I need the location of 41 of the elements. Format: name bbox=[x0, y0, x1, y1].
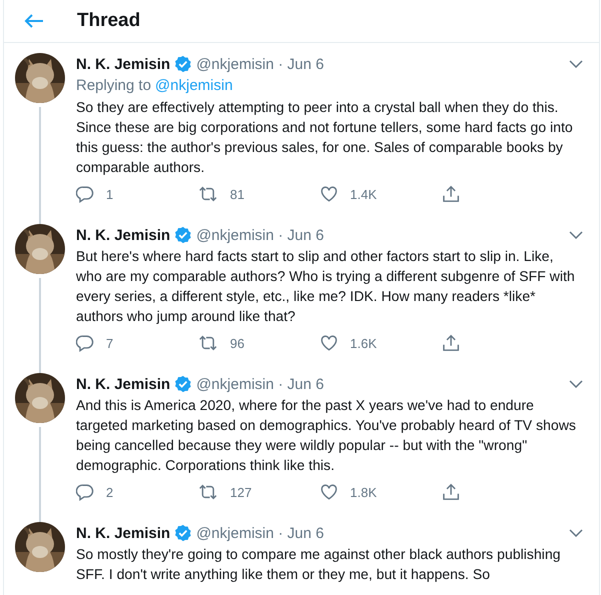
retweet-count: 81 bbox=[230, 186, 244, 202]
author-name[interactable]: N. K. Jemisin bbox=[76, 524, 170, 542]
retweet-icon[interactable] bbox=[198, 334, 218, 352]
retweet-count: 96 bbox=[230, 336, 244, 350]
retweet-count: 127 bbox=[230, 484, 252, 500]
author-name[interactable]: N. K. Jemisin bbox=[76, 56, 170, 72]
tweet-text: So they are effectively attempting to peer into a crystal ball when they do this. Since these are big corporations and not fortune tellers, some hard facts go into this guess: the author's previous sales, for one. Sales of comparable books by comparable authors. bbox=[76, 98, 574, 177]
handle-and-date[interactable]: @nkjemisin · Jun 6 bbox=[196, 524, 324, 542]
chevron-down-icon[interactable] bbox=[569, 60, 583, 68]
handle-and-date[interactable]: @nkjemisin · Jun 6 bbox=[196, 376, 324, 392]
chevron-down-icon[interactable] bbox=[569, 231, 583, 239]
like-count: 1.6K bbox=[350, 336, 377, 350]
heart-icon[interactable] bbox=[320, 185, 338, 203]
back-arrow-icon[interactable] bbox=[24, 13, 44, 29]
share-icon[interactable] bbox=[442, 334, 460, 352]
heart-icon[interactable] bbox=[320, 483, 338, 501]
tweet-text: So mostly they're going to compare me against other black authors publishing SFF. I don't write anything like them or they me, but it happens. So bbox=[76, 545, 562, 584]
replying-to-label: Replying to bbox=[76, 76, 152, 96]
mention-link[interactable]: @nkjemisin bbox=[155, 75, 233, 97]
like-count: 1.8K bbox=[350, 484, 377, 500]
reply-count: 7 bbox=[106, 336, 114, 350]
like-count: 1.4K bbox=[350, 186, 377, 202]
speech-bubble-icon[interactable] bbox=[76, 334, 94, 352]
share-icon[interactable] bbox=[442, 483, 460, 501]
retweet-icon[interactable] bbox=[198, 185, 218, 203]
chevron-down-icon[interactable] bbox=[569, 529, 583, 537]
page-title: Thread bbox=[77, 10, 140, 32]
heart-icon[interactable] bbox=[320, 334, 338, 352]
speech-bubble-icon[interactable] bbox=[76, 483, 94, 501]
tweet-text: But here's where hard facts start to slip and other factors start to slip in. Like, who are my comparable authors? Who is trying a different subgenre of SFF with every series, a different style, etc., like me? IDK. How many readers *like* authors who jump around like that? bbox=[76, 247, 576, 326]
author-name[interactable]: N. K. Jemisin bbox=[76, 226, 170, 244]
chevron-down-icon[interactable] bbox=[569, 380, 583, 388]
handle-and-date[interactable]: @nkjemisin · Jun 6 bbox=[196, 56, 324, 72]
reply-count: 1 bbox=[106, 186, 114, 202]
retweet-icon[interactable] bbox=[198, 483, 218, 501]
reply-count: 2 bbox=[106, 484, 114, 500]
speech-bubble-icon[interactable] bbox=[76, 185, 94, 203]
handle-and-date[interactable]: @nkjemisin · Jun 6 bbox=[196, 226, 324, 244]
share-icon[interactable] bbox=[442, 185, 460, 203]
author-name[interactable]: N. K. Jemisin bbox=[76, 376, 170, 392]
tweet-text: And this is America 2020, where for the past X years we've had to endure targeted marketing based on demographics. You've probably heard of TV shows being cancelled because they were wildly popular -- but with the "wrong" demographic. Corporations think like this. bbox=[76, 396, 577, 475]
